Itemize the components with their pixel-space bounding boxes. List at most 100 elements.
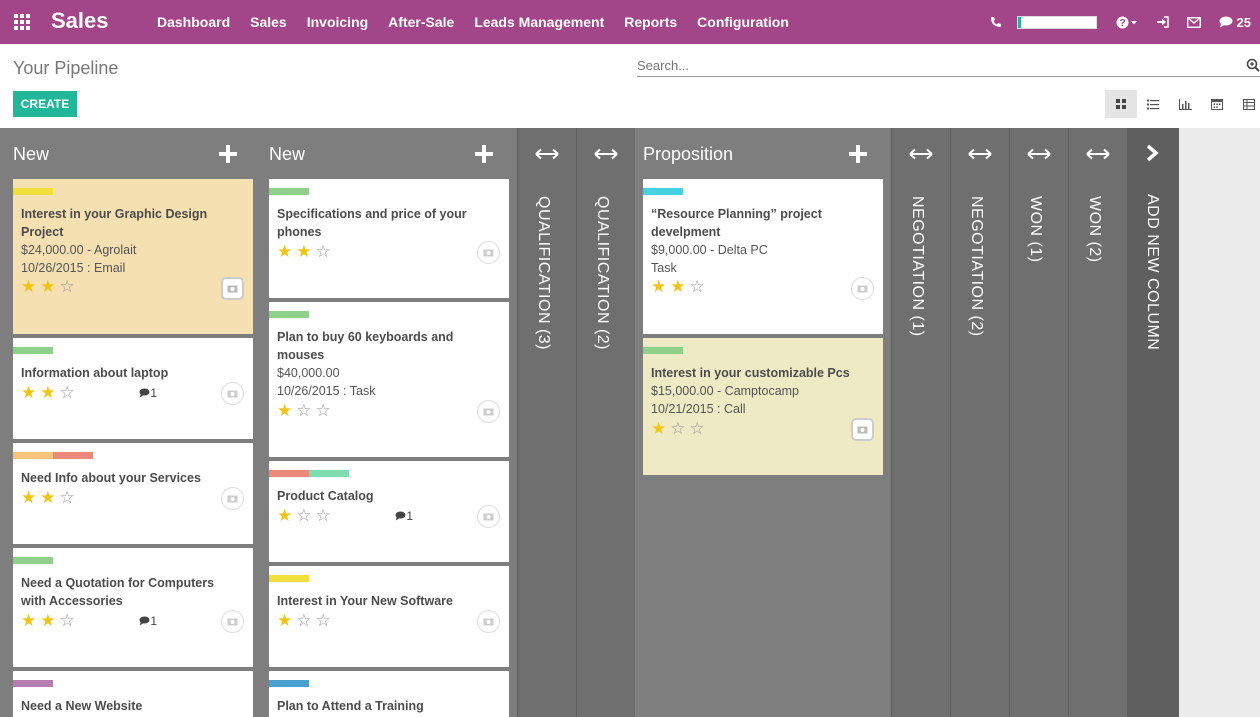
calendar-view-icon[interactable] <box>1201 90 1233 118</box>
priority-stars[interactable]: ★ ★ ☆ <box>651 278 709 296</box>
message-counter[interactable]: 1 <box>139 614 157 628</box>
star-empty-icon[interactable]: ☆ <box>316 612 331 630</box>
expand-arrows-icon[interactable] <box>1086 148 1110 160</box>
star-empty-icon[interactable]: ☆ <box>316 402 331 420</box>
star-empty-icon[interactable]: ☆ <box>60 489 75 507</box>
menu-leads-management[interactable]: Leads Management <box>464 0 614 44</box>
star-empty-icon[interactable]: ☆ <box>60 384 75 402</box>
pivot-view-icon[interactable] <box>1233 90 1260 118</box>
graph-view-icon[interactable] <box>1169 90 1201 118</box>
expand-arrows-icon[interactable] <box>1027 148 1051 160</box>
list-view-icon[interactable] <box>1137 90 1169 118</box>
kanban-view-icon[interactable] <box>1105 90 1137 118</box>
kanban-card[interactable]: Plan to buy 60 keyboards and mouses $40,… <box>269 302 509 457</box>
priority-stars[interactable]: ★ ★ ☆ <box>21 489 79 507</box>
folded-column-negotiation-2[interactable]: NEGOTIATION (2) <box>950 128 1009 717</box>
avatar[interactable] <box>221 382 244 405</box>
star-icon[interactable]: ★ <box>277 612 292 630</box>
priority-stars[interactable]: ★ ☆ ☆ <box>277 612 335 630</box>
expand-arrows-icon[interactable] <box>968 148 992 160</box>
folded-column-qualification-2[interactable]: QUALIFICATION (2) <box>576 128 635 717</box>
star-empty-icon[interactable]: ☆ <box>296 612 311 630</box>
star-icon[interactable]: ★ <box>21 612 36 630</box>
add-new-column[interactable]: ADD NEW COLUMN <box>1127 128 1179 717</box>
star-icon[interactable]: ★ <box>40 612 55 630</box>
star-icon[interactable]: ★ <box>277 507 292 525</box>
message-counter[interactable]: 1 <box>395 509 413 523</box>
star-empty-icon[interactable]: ☆ <box>316 507 331 525</box>
kanban-card[interactable]: Interest in your Graphic Design Project … <box>13 179 253 334</box>
star-icon[interactable]: ★ <box>651 420 666 438</box>
star-empty-icon[interactable]: ☆ <box>296 507 311 525</box>
kanban-card[interactable]: Plan to Attend a Training <box>269 671 509 717</box>
avatar[interactable] <box>221 610 244 633</box>
folded-column-negotiation-1[interactable]: NEGOTIATION (1) <box>891 128 950 717</box>
menu-reports[interactable]: Reports <box>614 0 687 44</box>
star-icon[interactable]: ★ <box>277 402 292 420</box>
message-counter[interactable]: 1 <box>139 386 157 400</box>
menu-invoicing[interactable]: Invoicing <box>297 0 378 44</box>
star-empty-icon[interactable]: ☆ <box>60 278 75 296</box>
search-icon[interactable] <box>1246 58 1260 72</box>
menu-dashboard[interactable]: Dashboard <box>147 0 240 44</box>
avatar[interactable] <box>477 400 500 423</box>
star-empty-icon[interactable]: ☆ <box>60 612 75 630</box>
star-icon[interactable]: ★ <box>670 278 685 296</box>
add-card-icon[interactable] <box>849 145 867 163</box>
avatar[interactable] <box>477 610 500 633</box>
kanban-card[interactable]: Need a Quotation for Computers with Acce… <box>13 548 253 667</box>
add-card-icon[interactable] <box>219 145 237 163</box>
star-icon[interactable]: ★ <box>651 278 666 296</box>
priority-stars[interactable]: ★ ★ ☆ <box>277 243 335 261</box>
avatar[interactable] <box>851 277 874 300</box>
sign-out-icon[interactable] <box>1156 16 1169 28</box>
expand-arrows-icon[interactable] <box>535 148 559 160</box>
kanban-card[interactable]: Information about laptop ★ ★ ☆ 1 <box>13 338 253 439</box>
search-input[interactable] <box>637 55 1237 75</box>
folded-column-qualification-3[interactable]: QUALIFICATION (3) <box>517 128 576 717</box>
kanban-card[interactable]: Product Catalog ★ ☆ ☆ 1 <box>269 461 509 562</box>
chat-icon[interactable]: 25 <box>1219 15 1251 30</box>
star-icon[interactable]: ★ <box>40 489 55 507</box>
star-icon[interactable]: ★ <box>40 384 55 402</box>
avatar[interactable] <box>221 277 244 300</box>
expand-arrows-icon[interactable] <box>909 148 933 160</box>
apps-grid-icon[interactable] <box>14 14 31 30</box>
add-card-icon[interactable] <box>475 145 493 163</box>
avatar[interactable] <box>851 418 874 441</box>
avatar[interactable] <box>221 487 244 510</box>
priority-stars[interactable]: ★ ★ ☆ <box>21 384 79 402</box>
star-icon[interactable]: ★ <box>296 243 311 261</box>
phone-icon[interactable] <box>990 16 1002 28</box>
star-icon[interactable]: ★ <box>40 278 55 296</box>
create-button[interactable]: CREATE <box>13 91 77 117</box>
kanban-card[interactable]: Specifications and price of your phones … <box>269 179 509 298</box>
priority-stars[interactable]: ★ ☆ ☆ <box>277 402 335 420</box>
kanban-card[interactable]: Interest in Your New Software ★ ☆ ☆ <box>269 566 509 667</box>
progress-bar[interactable] <box>1016 15 1097 29</box>
kanban-card[interactable]: Interest in your customizable Pcs $15,00… <box>643 338 883 475</box>
priority-stars[interactable]: ★ ☆ ☆ <box>277 507 335 525</box>
star-empty-icon[interactable]: ☆ <box>670 420 685 438</box>
help-icon[interactable]: ? <box>1116 16 1138 29</box>
star-empty-icon[interactable]: ☆ <box>690 278 705 296</box>
avatar[interactable] <box>477 505 500 528</box>
chevron-right-icon[interactable] <box>1145 144 1159 162</box>
expand-arrows-icon[interactable] <box>594 148 618 160</box>
priority-stars[interactable]: ★ ★ ☆ <box>21 278 79 296</box>
menu-sales[interactable]: Sales <box>240 0 297 44</box>
star-empty-icon[interactable]: ☆ <box>316 243 331 261</box>
star-empty-icon[interactable]: ☆ <box>296 402 311 420</box>
star-empty-icon[interactable]: ☆ <box>690 420 705 438</box>
priority-stars[interactable]: ★ ☆ ☆ <box>651 420 709 438</box>
star-icon[interactable]: ★ <box>21 489 36 507</box>
star-icon[interactable]: ★ <box>21 384 36 402</box>
kanban-card[interactable]: “Resource Planning” project develpment $… <box>643 179 883 334</box>
priority-stars[interactable]: ★ ★ ☆ <box>21 612 79 630</box>
avatar[interactable] <box>477 241 500 264</box>
mail-icon[interactable] <box>1186 16 1201 28</box>
menu-configuration[interactable]: Configuration <box>687 0 799 44</box>
kanban-card[interactable]: Need Info about your Services ★ ★ ☆ <box>13 443 253 544</box>
star-icon[interactable]: ★ <box>21 278 36 296</box>
menu-after-sale[interactable]: After-Sale <box>378 0 464 44</box>
